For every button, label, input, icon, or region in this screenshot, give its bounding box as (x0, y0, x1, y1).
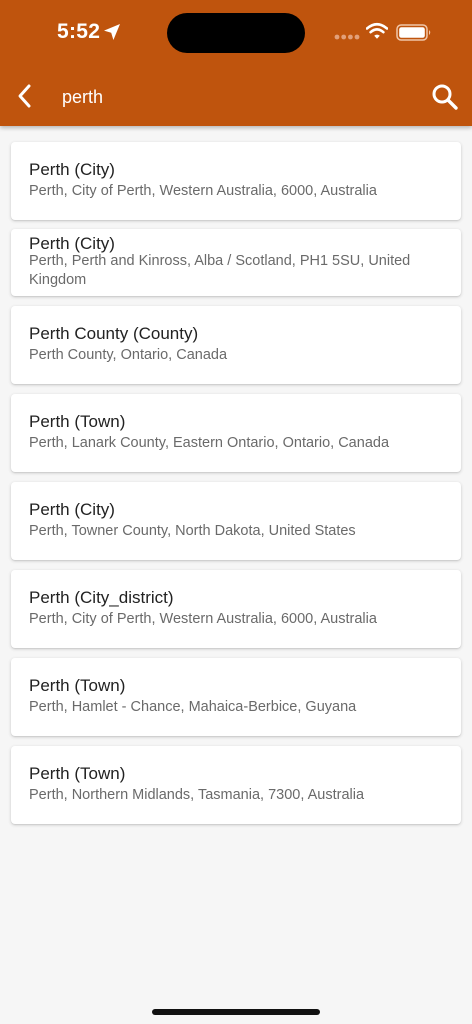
result-subtitle: Perth, City of Perth, Western Australia,… (29, 183, 377, 199)
result-title: Perth (City_district) (29, 588, 174, 607)
result-subtitle: Perth, Lanark County, Eastern Ontario, O… (29, 435, 390, 451)
result-subtitle: Perth, City of Perth, Western Australia,… (29, 611, 377, 627)
search-results-list: Perth (City) Perth, City of Perth, Weste… (0, 126, 472, 846)
result-subtitle: Perth, Perth and Kinross, Alba / Scotlan… (29, 253, 411, 288)
battery-icon (396, 24, 431, 41)
result-title: Perth (City) (29, 500, 115, 519)
result-card[interactable]: Perth (City) Perth, Towner County, North… (11, 482, 461, 560)
result-title: Perth (Town) (29, 676, 126, 695)
result-card[interactable]: Perth (Town) Perth, Lanark County, Easte… (11, 394, 461, 472)
result-title: Perth (Town) (29, 764, 126, 783)
result-card[interactable]: Perth (City) Perth, City of Perth, Weste… (11, 142, 461, 220)
result-card[interactable]: Perth County (County) Perth County, Onta… (11, 306, 461, 384)
result-card[interactable]: Perth (City_district) Perth, City of Per… (11, 570, 461, 648)
result-subtitle: Perth County, Ontario, Canada (29, 347, 228, 363)
search-icon (432, 84, 458, 110)
result-card[interactable]: Perth (Town) Perth, Northern Midlands, T… (11, 746, 461, 824)
status-time: 5:52 (57, 20, 101, 43)
result-card[interactable]: Perth (Town) Perth, Hamlet - Chance, Mah… (11, 658, 461, 736)
home-indicator[interactable] (152, 1009, 320, 1015)
dynamic-island (167, 13, 305, 53)
result-title: Perth (Town) (29, 412, 126, 431)
wifi-icon (366, 22, 388, 39)
location-arrow-icon (104, 24, 120, 40)
search-button[interactable] (429, 81, 461, 113)
cellular-signal-icon (334, 34, 360, 40)
result-subtitle: Perth, Hamlet - Chance, Mahaica-Berbice,… (29, 699, 357, 715)
app-bar: 5:52 perth (0, 0, 472, 126)
result-subtitle: Perth, Northern Midlands, Tasmania, 7300… (29, 787, 365, 803)
chevron-left-icon (18, 84, 31, 108)
result-title: Perth (City) (29, 160, 115, 179)
result-card[interactable]: Perth (City) Perth, Perth and Kinross, A… (11, 229, 461, 296)
screen: 5:52 perth Perth (City) Perth, City of P… (0, 0, 472, 1024)
result-title: Perth County (County) (29, 324, 199, 343)
back-button[interactable] (10, 80, 42, 112)
search-query-text[interactable]: perth (62, 86, 402, 108)
result-subtitle: Perth, Towner County, North Dakota, Unit… (29, 523, 356, 539)
